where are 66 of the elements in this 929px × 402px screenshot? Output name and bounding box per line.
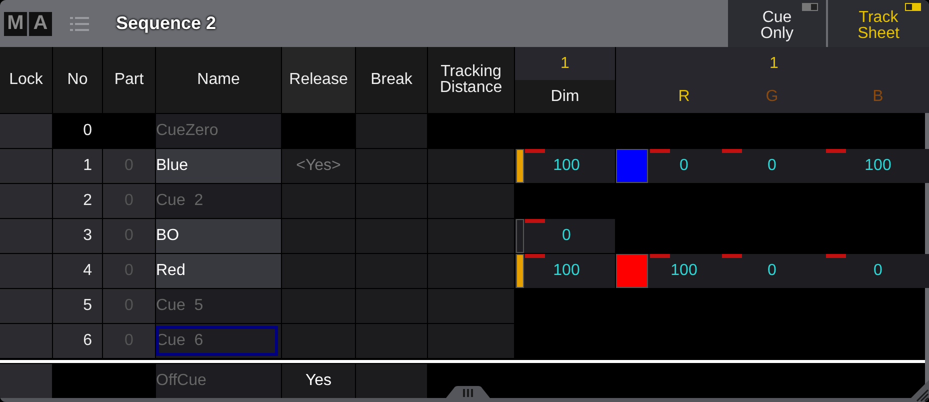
lock-cell bbox=[0, 254, 52, 288]
lock-cell bbox=[0, 149, 52, 183]
color-value: 0 bbox=[872, 262, 884, 280]
fixture-id: 1 bbox=[770, 54, 778, 72]
lock-cell bbox=[0, 324, 52, 358]
color-value: 0 bbox=[766, 262, 778, 280]
column-header: Name bbox=[156, 47, 281, 113]
break-cell bbox=[356, 114, 427, 148]
lock-cell bbox=[0, 289, 52, 323]
cue-number: 1 bbox=[53, 149, 102, 183]
lock-cell bbox=[0, 184, 52, 218]
break-cell bbox=[356, 324, 427, 358]
column-header: Break bbox=[356, 47, 427, 113]
toggle-button[interactable]: Cue Only bbox=[728, 0, 826, 47]
cue-number: 5 bbox=[53, 289, 102, 323]
column-header: Release bbox=[282, 47, 355, 113]
cue-number: 3 bbox=[53, 219, 102, 253]
column-header: Tracking Distance bbox=[428, 47, 514, 113]
break-cell bbox=[356, 219, 427, 253]
scroll-handle[interactable] bbox=[446, 386, 490, 398]
cue-number: 4 bbox=[53, 254, 102, 288]
marker bbox=[650, 149, 670, 153]
column-header: Lock bbox=[0, 47, 52, 113]
break-cell bbox=[356, 254, 427, 288]
fixture-id: 1 bbox=[560, 54, 570, 72]
cue-name[interactable]: BO bbox=[156, 219, 281, 253]
marker bbox=[722, 149, 742, 153]
window-title: Sequence 2 bbox=[116, 13, 216, 34]
dimmer-value: 100 bbox=[552, 262, 581, 280]
dimmer-value: 100 bbox=[552, 157, 581, 175]
lock-cell bbox=[0, 219, 52, 253]
color-value: 0 bbox=[678, 157, 690, 175]
break-cell bbox=[356, 184, 427, 218]
marker bbox=[525, 149, 545, 153]
cue-number: 2 bbox=[53, 184, 102, 218]
cue-name: OffCue bbox=[156, 364, 281, 398]
attribute-header: B bbox=[872, 88, 884, 106]
break-cell bbox=[356, 289, 427, 323]
marker bbox=[826, 254, 846, 258]
column-header: Part bbox=[103, 47, 155, 113]
marker bbox=[525, 219, 545, 223]
lock-cell bbox=[0, 114, 52, 148]
cue-name[interactable]: Blue bbox=[156, 149, 281, 183]
color-value: 100 bbox=[670, 262, 698, 280]
attribute-header: R bbox=[677, 88, 691, 106]
menu-icon[interactable] bbox=[70, 16, 90, 32]
column-header: No bbox=[53, 47, 102, 113]
release-cell: Yes bbox=[282, 364, 355, 398]
dimmer-value: 0 bbox=[561, 227, 572, 245]
lock-cell bbox=[0, 364, 52, 398]
cue-number: 6 bbox=[53, 324, 102, 358]
attribute-header: G bbox=[764, 88, 780, 106]
color-value: 100 bbox=[864, 157, 892, 175]
break-cell bbox=[356, 364, 427, 398]
marker bbox=[826, 149, 846, 153]
marker bbox=[722, 254, 742, 258]
logo-letter: M bbox=[4, 12, 27, 36]
release-cell: <Yes> bbox=[282, 149, 355, 183]
marker bbox=[525, 254, 545, 258]
marker bbox=[650, 254, 670, 258]
attribute-header: Dim bbox=[550, 88, 580, 106]
logo-letter: A bbox=[29, 12, 52, 36]
toggle-button[interactable]: Track Sheet bbox=[828, 0, 929, 47]
cue-name[interactable]: Red bbox=[156, 254, 281, 288]
color-value: 0 bbox=[766, 157, 778, 175]
break-cell bbox=[356, 149, 427, 183]
